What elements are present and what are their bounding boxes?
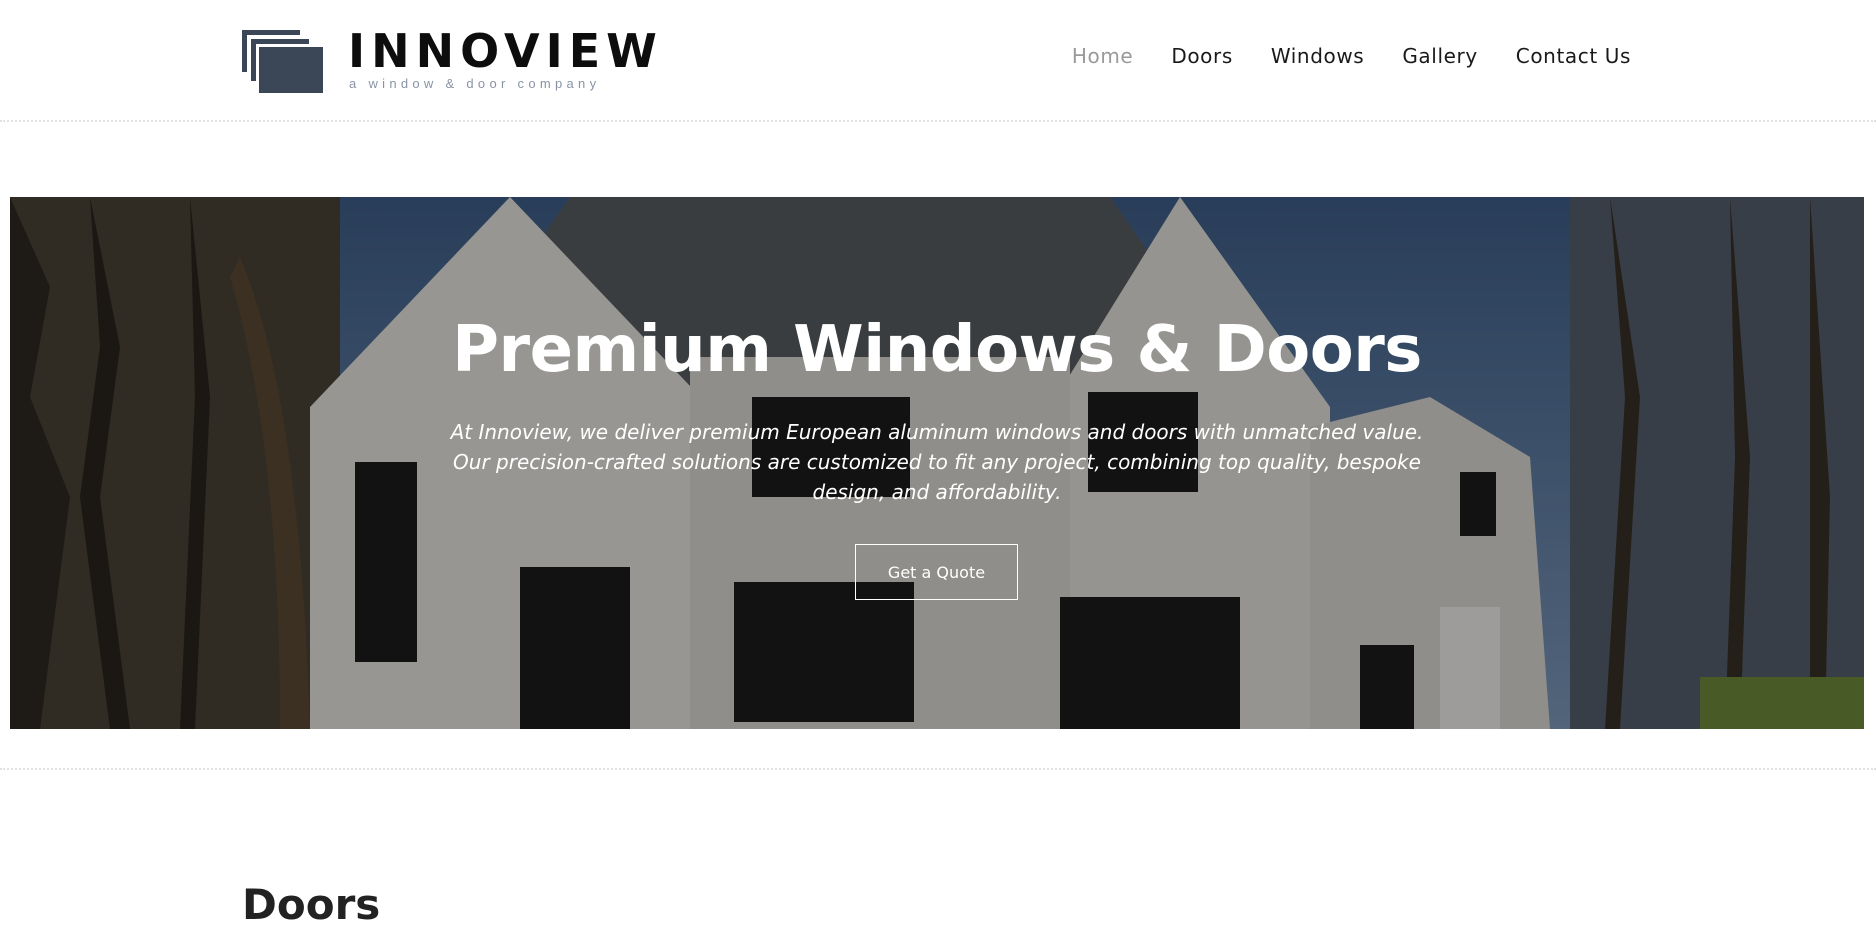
brand-tagline: a window & door company <box>349 76 601 91</box>
hero-divider <box>0 768 1876 770</box>
header-divider <box>0 120 1876 122</box>
brand-name: INNOVIEW <box>348 24 663 78</box>
nav-item-gallery[interactable]: Gallery <box>1402 44 1477 68</box>
nav-item-windows[interactable]: Windows <box>1271 44 1364 68</box>
page: INNOVIEW a window & door company Home Do… <box>0 0 1876 938</box>
logo-windows-icon <box>242 30 323 93</box>
nav-item-doors[interactable]: Doors <box>1171 44 1233 68</box>
get-a-quote-button[interactable]: Get a Quote <box>855 544 1018 600</box>
doors-section-title: Doors <box>242 880 381 929</box>
logo[interactable]: INNOVIEW a window & door company <box>242 28 657 96</box>
nav-item-home[interactable]: Home <box>1072 44 1133 68</box>
site-header: INNOVIEW a window & door company Home Do… <box>0 0 1876 120</box>
main-nav: Home Doors Windows Gallery Contact Us <box>1034 44 1631 68</box>
hero-description: At Innoview, we deliver premium European… <box>450 420 1424 504</box>
hero-title: Premium Windows & Doors <box>452 313 1422 387</box>
hero-banner: Premium Windows & Doors At Innoview, we … <box>10 197 1864 729</box>
nav-item-contact-us[interactable]: Contact Us <box>1516 44 1631 68</box>
